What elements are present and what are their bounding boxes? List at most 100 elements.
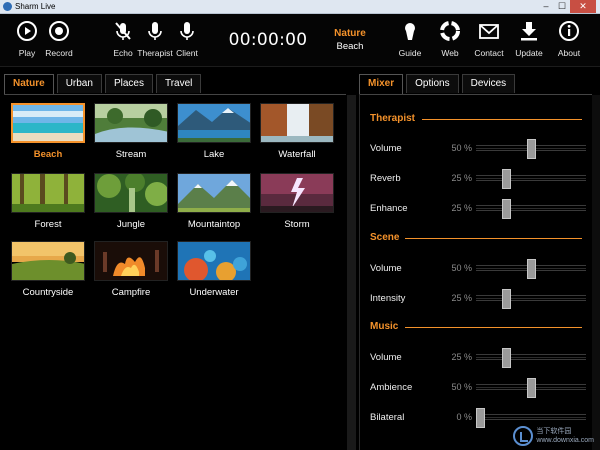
web-button[interactable]: Web — [428, 20, 472, 58]
about-label: About — [557, 48, 581, 58]
scene-tile-waterfall[interactable]: Waterfall — [257, 103, 337, 160]
scene-name: Jungle — [117, 219, 145, 230]
scene-tile-beach[interactable]: Beach — [8, 103, 88, 160]
toolbar: Play Record Echo Therapist Client 00:00:… — [0, 14, 600, 67]
update-button[interactable]: Update — [507, 20, 551, 58]
tab-mixer[interactable]: Mixer — [359, 74, 404, 95]
tab-travel[interactable]: Travel — [155, 74, 202, 93]
echo-label: Echo — [113, 48, 133, 58]
row-label: Volume — [370, 352, 402, 363]
section-divider — [422, 119, 582, 120]
countryside-thumbnail — [11, 241, 85, 281]
slider-thumb[interactable] — [501, 169, 511, 189]
scene-tile-lake[interactable]: Lake — [174, 103, 254, 160]
scene-tile-underwater[interactable]: Underwater — [174, 241, 254, 298]
scene-tile-stream[interactable]: Stream — [91, 103, 171, 160]
row-value: 25 % — [451, 203, 472, 213]
watermark-logo-icon — [513, 426, 534, 446]
section-title-scene: Scene — [370, 232, 400, 243]
mixer-row-therapist-volume: Volume 50 % — [370, 139, 590, 159]
waterfall-thumbnail — [260, 103, 334, 143]
mixer-row-music-volume: Volume 25 % — [370, 348, 590, 368]
scene-name: Storm — [284, 219, 310, 230]
lake-thumbnail — [177, 103, 251, 143]
window-controls: – ☐ ✕ — [538, 0, 596, 13]
mixer-panel: Mixer Options Devices Therapist Volume 5… — [359, 72, 600, 450]
slider-track — [476, 295, 586, 301]
section-title-music: Music — [370, 321, 399, 332]
therapist-volume-slider[interactable] — [476, 139, 586, 159]
tab-places[interactable]: Places — [104, 74, 153, 93]
slider-thumb[interactable] — [501, 199, 511, 219]
music-ambience-slider[interactable] — [476, 378, 586, 398]
minimize-button[interactable]: – — [538, 0, 554, 13]
client-button[interactable]: Client — [165, 20, 209, 58]
scene-tile-mountaintop[interactable]: Mountaintop — [174, 173, 254, 230]
slider-thumb[interactable] — [501, 348, 511, 368]
music-volume-slider[interactable] — [476, 348, 586, 368]
now-playing-item: Beach — [336, 41, 364, 52]
scene-name: Forest — [34, 219, 62, 230]
scene-tile-campfire[interactable]: Campfire — [91, 241, 171, 298]
slider-thumb[interactable] — [527, 139, 536, 159]
scene-grid-panel: Beach Stream Lake Waterfall Forest Jungl… — [4, 94, 346, 450]
forest-thumbnail — [11, 173, 85, 213]
row-value: 50 % — [451, 143, 472, 153]
app-icon — [3, 2, 12, 11]
tab-nature[interactable]: Nature — [4, 74, 54, 95]
row-label: Intensity — [370, 293, 406, 304]
play-icon — [17, 21, 37, 41]
slider-thumb[interactable] — [527, 259, 536, 279]
mixer-row-scene-intensity: Intensity 25 % — [370, 289, 590, 309]
scene-volume-slider[interactable] — [476, 259, 586, 279]
scene-intensity-slider[interactable] — [476, 289, 586, 309]
row-label: Volume — [370, 263, 402, 274]
mixer-scrollbar[interactable] — [592, 95, 600, 450]
scene-name: Campfire — [111, 287, 151, 298]
row-value: 50 % — [451, 382, 472, 392]
maximize-button[interactable]: ☐ — [554, 0, 570, 13]
scene-tile-countryside[interactable]: Countryside — [8, 241, 88, 298]
web-label: Web — [441, 48, 459, 58]
stream-thumbnail — [94, 103, 168, 143]
scene-tile-jungle[interactable]: Jungle — [91, 173, 171, 230]
row-label: Bilateral — [370, 412, 405, 423]
slider-track — [476, 354, 586, 360]
watermark: 当下软件园 www.downxia.com — [513, 426, 594, 446]
about-button[interactable]: About — [547, 20, 591, 58]
tab-urban[interactable]: Urban — [56, 74, 102, 93]
now-playing: Nature Beach — [326, 27, 374, 53]
row-label: Ambience — [370, 382, 413, 393]
close-button[interactable]: ✕ — [570, 0, 596, 13]
section-divider — [405, 238, 582, 239]
slider-thumb[interactable] — [476, 408, 485, 428]
beach-thumbnail — [11, 103, 85, 143]
scene-tile-forest[interactable]: Forest — [8, 173, 88, 230]
therapist-enhance-slider[interactable] — [476, 199, 586, 219]
contact-button[interactable]: Contact — [467, 20, 511, 58]
jungle-thumbnail — [94, 173, 168, 213]
settings-tabs: Mixer Options Devices — [359, 74, 518, 95]
row-value: 25 % — [451, 293, 472, 303]
microphone-icon — [180, 22, 194, 40]
guide-label: Guide — [398, 48, 422, 58]
guide-button[interactable]: Guide — [388, 20, 432, 58]
scenes-scrollbar[interactable] — [347, 95, 356, 450]
storm-thumbnail — [260, 173, 334, 213]
slider-thumb[interactable] — [501, 289, 511, 309]
row-label: Enhance — [370, 203, 408, 214]
row-value: 50 % — [451, 263, 472, 273]
scene-tile-storm[interactable]: Storm — [257, 173, 337, 230]
record-label: Record — [45, 48, 73, 58]
tab-devices[interactable]: Devices — [461, 74, 516, 93]
mountaintop-thumbnail — [177, 173, 251, 213]
tab-options[interactable]: Options — [406, 74, 459, 93]
record-icon — [49, 21, 69, 41]
info-icon — [559, 21, 579, 41]
therapist-reverb-slider[interactable] — [476, 169, 586, 189]
contact-label: Contact — [474, 48, 504, 58]
music-bilateral-slider[interactable] — [476, 408, 586, 428]
record-button[interactable]: Record — [37, 20, 81, 58]
slider-thumb[interactable] — [527, 378, 536, 398]
slider-track — [476, 205, 586, 211]
